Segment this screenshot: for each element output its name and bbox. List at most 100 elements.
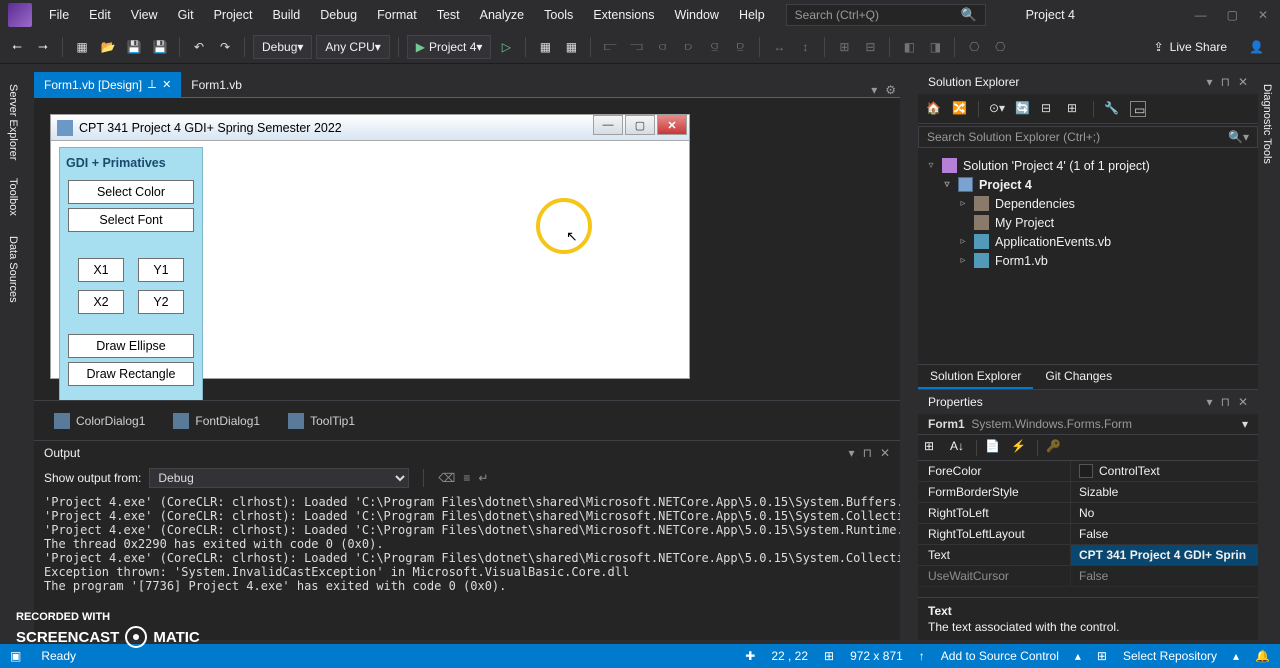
output-body[interactable]: 'Project 4.exe' (CoreCLR: clrhost): Load…: [34, 491, 900, 640]
align-center-icon[interactable]: ⫎: [625, 36, 647, 58]
tree-project[interactable]: ▿ Project 4: [926, 175, 1250, 194]
tab-close-icon[interactable]: ✕: [162, 78, 171, 91]
menu-build[interactable]: Build: [263, 3, 309, 27]
output-clear-icon[interactable]: ⌫: [438, 471, 455, 485]
properties-object-selector[interactable]: Form1 System.Windows.Forms.Form ▾: [918, 414, 1258, 435]
tree-appevents[interactable]: ▹ ApplicationEvents.vb: [926, 232, 1250, 251]
chevron-right-icon[interactable]: ▹: [958, 198, 968, 209]
colordialog-component[interactable]: ColorDialog1: [54, 413, 145, 429]
prop-row[interactable]: FormBorderStyleSizable: [918, 482, 1258, 503]
minimize-icon[interactable]: —: [1195, 8, 1207, 22]
collapse-icon[interactable]: ⊟: [1041, 101, 1057, 117]
select-font-button[interactable]: Select Font: [68, 208, 194, 232]
form-body[interactable]: GDI + Primatives Select Color Select Fon…: [51, 141, 689, 378]
menu-extensions[interactable]: Extensions: [584, 3, 663, 27]
fontdialog-component[interactable]: FontDialog1: [173, 413, 260, 429]
switch-views-icon[interactable]: 🔀: [952, 101, 968, 117]
toolstrip-icon-4[interactable]: ⎔: [989, 36, 1011, 58]
props-page-icon[interactable]: 📄: [985, 439, 1003, 457]
layout-icon-2[interactable]: ▦: [560, 36, 582, 58]
sln-search-input[interactable]: Search Solution Explorer (Ctrl+;) 🔍▾: [918, 126, 1258, 148]
menu-tools[interactable]: Tools: [535, 3, 582, 27]
close-icon[interactable]: ✕: [1258, 8, 1268, 22]
pending-changes-icon[interactable]: ⊙▾: [989, 101, 1005, 117]
form-min-icon[interactable]: —: [593, 115, 623, 135]
output-dropdown-icon[interactable]: ▾: [849, 446, 855, 460]
align-top-icon[interactable]: ⫐: [677, 36, 699, 58]
hspace-icon[interactable]: ↔: [768, 36, 790, 58]
draw-ellipse-button[interactable]: Draw Ellipse: [68, 334, 194, 358]
sln-close-icon[interactable]: ✕: [1238, 75, 1248, 89]
tab-form1-vb[interactable]: Form1.vb: [181, 73, 252, 97]
menu-git[interactable]: Git: [169, 3, 203, 27]
select-color-button[interactable]: Select Color: [68, 180, 194, 204]
data-sources-tab[interactable]: Data Sources: [4, 230, 22, 309]
live-share-button[interactable]: ⇪ Live Share 👤: [1154, 40, 1274, 54]
form-max-icon[interactable]: ▢: [625, 115, 655, 135]
start-no-debug-icon[interactable]: ▷: [495, 36, 517, 58]
nav-forward-icon[interactable]: ⭢: [32, 36, 54, 58]
menu-debug[interactable]: Debug: [311, 3, 366, 27]
prop-row[interactable]: RightToLeftNo: [918, 503, 1258, 524]
designer-form[interactable]: CPT 341 Project 4 GDI+ Spring Semester 2…: [50, 114, 690, 379]
toolbox-tab[interactable]: Toolbox: [4, 172, 22, 222]
props-pin-icon[interactable]: ⊓: [1221, 395, 1230, 409]
prop-row[interactable]: RightToLeftLayoutFalse: [918, 524, 1258, 545]
search-input[interactable]: Search (Ctrl+Q) 🔍: [786, 4, 986, 26]
layout-icon-1[interactable]: ▦: [534, 36, 556, 58]
toolstrip-icon-1[interactable]: ◧: [898, 36, 920, 58]
draw-rectangle-button[interactable]: Draw Rectangle: [68, 362, 194, 386]
diagnostic-tools-tab[interactable]: Diagnostic Tools: [1258, 78, 1276, 170]
property-pages-icon[interactable]: 🔑: [1046, 439, 1064, 457]
tree-dependencies[interactable]: ▹ Dependencies: [926, 194, 1250, 213]
maximize-icon[interactable]: ▢: [1227, 8, 1238, 22]
nav-back-icon[interactable]: ⭠: [6, 36, 28, 58]
x1-button[interactable]: X1: [78, 258, 124, 282]
chevron-right-icon[interactable]: ▹: [958, 236, 968, 247]
chevron-right-icon[interactable]: ▹: [958, 255, 968, 266]
user-icon[interactable]: 👤: [1249, 40, 1264, 54]
home-icon[interactable]: 🏠: [926, 101, 942, 117]
tooltip-component[interactable]: ToolTip1: [288, 413, 355, 429]
props-dropdown-icon[interactable]: ▾: [1207, 395, 1213, 409]
prop-row[interactable]: UseWaitCursorFalse: [918, 566, 1258, 587]
source-control-icon[interactable]: ↑: [919, 649, 925, 663]
save-icon[interactable]: 💾: [123, 36, 145, 58]
categorize-icon[interactable]: ⊞: [924, 439, 942, 457]
tree-myproject[interactable]: My Project: [926, 213, 1250, 232]
align-middle-icon[interactable]: ⫑: [703, 36, 725, 58]
tab-solution-explorer[interactable]: Solution Explorer: [918, 365, 1033, 389]
tab-form1-design[interactable]: Form1.vb [Design] ⟂ ✕: [34, 72, 181, 97]
menu-window[interactable]: Window: [665, 3, 727, 27]
tab-git-changes[interactable]: Git Changes: [1033, 365, 1124, 389]
toolstrip-icon-2[interactable]: ◨: [924, 36, 946, 58]
output-toggle-icon[interactable]: ≡: [463, 471, 470, 485]
save-all-icon[interactable]: 💾: [149, 36, 171, 58]
undo-icon[interactable]: ↶: [188, 36, 210, 58]
alphabetize-icon[interactable]: A↓: [950, 439, 968, 457]
platform-dropdown[interactable]: Any CPU ▾: [316, 35, 389, 59]
prop-row[interactable]: ForeColorControlText: [918, 461, 1258, 482]
start-button[interactable]: ▶Project 4 ▾: [407, 35, 492, 59]
ct-horz-icon[interactable]: ⊞: [833, 36, 855, 58]
menu-help[interactable]: Help: [730, 3, 774, 27]
events-icon[interactable]: ⚡: [1011, 439, 1029, 457]
redo-icon[interactable]: ↷: [214, 36, 236, 58]
server-explorer-tab[interactable]: Server Explorer: [4, 78, 22, 166]
new-project-icon[interactable]: ▦: [71, 36, 93, 58]
bell-icon[interactable]: 🔔: [1255, 649, 1270, 663]
menu-edit[interactable]: Edit: [80, 3, 120, 27]
ct-vert-icon[interactable]: ⊟: [859, 36, 881, 58]
y2-button[interactable]: Y2: [138, 290, 184, 314]
config-dropdown[interactable]: Debug ▾: [253, 35, 312, 59]
properties-grid[interactable]: ForeColorControlText FormBorderStyleSiza…: [918, 461, 1258, 597]
chevron-down-icon[interactable]: ▿: [942, 179, 952, 190]
menu-test[interactable]: Test: [428, 3, 469, 27]
show-all-icon[interactable]: ⊞: [1067, 101, 1083, 117]
tab-overflow-icon[interactable]: ▾: [871, 83, 877, 97]
output-close-icon[interactable]: ✕: [880, 446, 890, 460]
tree-solution-root[interactable]: ▿ Solution 'Project 4' (1 of 1 project): [926, 156, 1250, 175]
vspace-icon[interactable]: ↕: [794, 36, 816, 58]
menu-format[interactable]: Format: [368, 3, 426, 27]
tree-form1[interactable]: ▹ Form1.vb: [926, 251, 1250, 270]
